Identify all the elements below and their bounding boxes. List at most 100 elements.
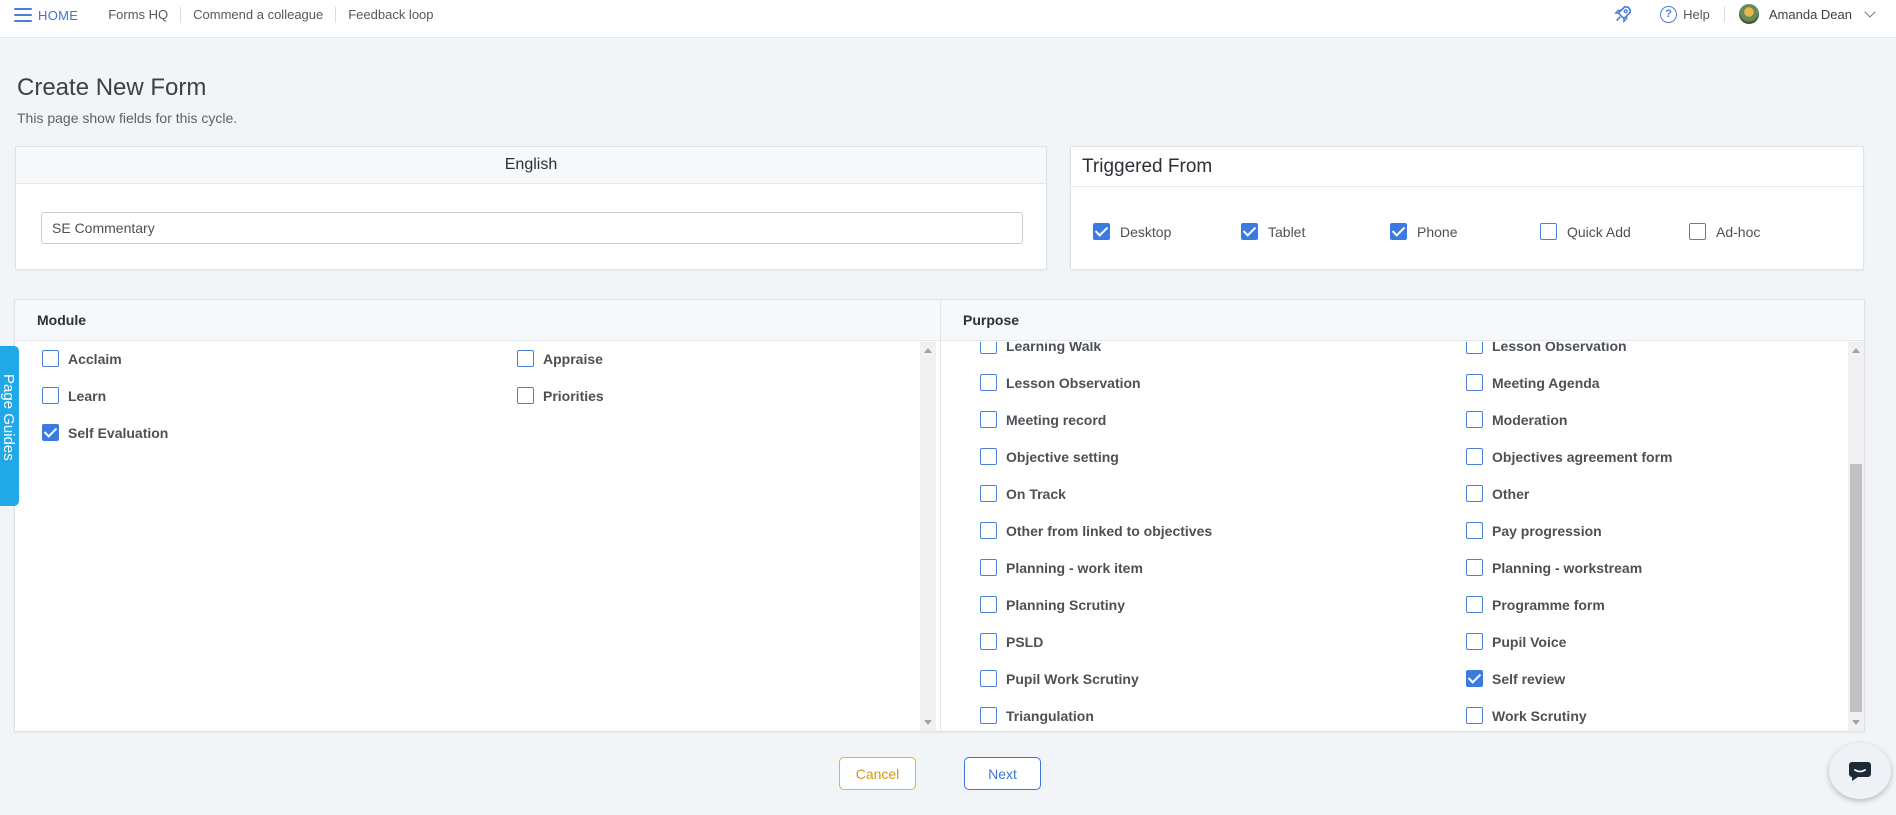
purpose-checkbox[interactable] bbox=[1466, 374, 1483, 391]
purpose-lesson-observation[interactable]: Lesson Observation bbox=[1466, 342, 1627, 354]
purpose-programme-form[interactable]: Programme form bbox=[1466, 596, 1605, 613]
form-name-input[interactable] bbox=[41, 212, 1023, 244]
purpose-on-track[interactable]: On Track bbox=[980, 485, 1066, 502]
purpose-checkbox[interactable] bbox=[1466, 670, 1483, 687]
purpose-work-scrutiny[interactable]: Work Scrutiny bbox=[1466, 707, 1587, 724]
module-label: Appraise bbox=[543, 350, 603, 367]
trigger-label: Desktop bbox=[1120, 223, 1172, 240]
module-scrollbar[interactable] bbox=[920, 342, 936, 731]
purpose-checkbox[interactable] bbox=[980, 596, 997, 613]
purpose-objective-setting[interactable]: Objective setting bbox=[980, 448, 1119, 465]
module-self-evaluation[interactable]: Self Evaluation bbox=[42, 424, 168, 441]
trigger-label: Ad-hoc bbox=[1716, 223, 1761, 240]
rocket-icon[interactable] bbox=[1612, 3, 1634, 25]
purpose-planning-scrutiny[interactable]: Planning Scrutiny bbox=[980, 596, 1125, 613]
module-label: Acclaim bbox=[68, 350, 122, 367]
nav-link-forms-hq[interactable]: Forms HQ bbox=[108, 7, 180, 23]
purpose-planning-work-item[interactable]: Planning - work item bbox=[980, 559, 1143, 576]
trigger-checkbox[interactable] bbox=[1689, 223, 1706, 240]
purpose-triangulation[interactable]: Triangulation bbox=[980, 707, 1094, 724]
purpose-label: Planning Scrutiny bbox=[1006, 596, 1126, 613]
purpose-pay-progression[interactable]: Pay progression bbox=[1466, 522, 1602, 539]
purpose-moderation[interactable]: Moderation bbox=[1466, 411, 1567, 428]
page-subtitle: This page show fields for this cycle. bbox=[17, 110, 238, 126]
module-checkbox[interactable] bbox=[42, 350, 59, 367]
purpose-pupil-work-scrutiny[interactable]: Pupil Work Scrutiny bbox=[980, 670, 1139, 687]
purpose-other[interactable]: Other bbox=[1466, 485, 1529, 502]
nav-right: ? Help Amanda Dean bbox=[1612, 0, 1876, 28]
purpose-checkbox[interactable] bbox=[980, 522, 997, 539]
purpose-scroll-thumb[interactable] bbox=[1850, 464, 1862, 712]
trigger-tablet[interactable]: Tablet bbox=[1241, 223, 1305, 240]
nav-link-feedback[interactable]: Feedback loop bbox=[335, 7, 445, 23]
cancel-button[interactable]: Cancel bbox=[839, 757, 916, 790]
purpose-checkbox[interactable] bbox=[1466, 522, 1483, 539]
trigger-phone[interactable]: Phone bbox=[1390, 223, 1457, 240]
purpose-checkbox[interactable] bbox=[980, 342, 997, 354]
purpose-checkbox[interactable] bbox=[980, 633, 997, 650]
module-acclaim[interactable]: Acclaim bbox=[42, 350, 122, 367]
purpose-lesson-observation[interactable]: Lesson Observation bbox=[980, 374, 1141, 391]
module-checkbox[interactable] bbox=[42, 387, 59, 404]
user-menu[interactable]: Amanda Dean bbox=[1738, 4, 1876, 24]
home-link[interactable]: HOME bbox=[38, 8, 78, 23]
trigger-quick-add[interactable]: Quick Add bbox=[1540, 223, 1631, 240]
module-checkbox[interactable] bbox=[517, 350, 534, 367]
trigger-checkbox[interactable] bbox=[1540, 223, 1557, 240]
purpose-label: PSLD bbox=[1006, 633, 1044, 650]
purpose-checkbox[interactable] bbox=[980, 670, 997, 687]
purpose-meeting-record[interactable]: Meeting record bbox=[980, 411, 1106, 428]
trigger-checkbox[interactable] bbox=[1390, 223, 1407, 240]
purpose-planning-workstream[interactable]: Planning - workstream bbox=[1466, 559, 1642, 576]
purpose-label: Lesson Observation bbox=[1006, 374, 1141, 391]
chat-button[interactable] bbox=[1829, 743, 1891, 799]
trigger-checkbox[interactable] bbox=[1093, 223, 1110, 240]
purpose-label: Objectives agreement form bbox=[1492, 448, 1673, 465]
purpose-meeting-agenda[interactable]: Meeting Agenda bbox=[1466, 374, 1600, 391]
purpose-label: Meeting Agenda bbox=[1492, 374, 1600, 391]
module-checkbox[interactable] bbox=[517, 387, 534, 404]
purpose-checkbox[interactable] bbox=[1466, 411, 1483, 428]
purpose-checkbox[interactable] bbox=[980, 374, 997, 391]
purpose-scrollbar[interactable] bbox=[1848, 342, 1864, 731]
purpose-label: Meeting record bbox=[1006, 411, 1107, 428]
triggered-from-panel: Triggered From Desktop Tablet Phone Quick A… bbox=[1070, 146, 1864, 270]
module-appraise[interactable]: Appraise bbox=[517, 350, 603, 367]
module-header: Module bbox=[15, 300, 940, 341]
purpose-checkbox[interactable] bbox=[1466, 633, 1483, 650]
purpose-checkbox[interactable] bbox=[1466, 342, 1483, 354]
purpose-checkbox[interactable] bbox=[1466, 559, 1483, 576]
next-button[interactable]: Next bbox=[964, 757, 1041, 790]
purpose-label: Objective setting bbox=[1006, 448, 1119, 465]
purpose-psld[interactable]: PSLD bbox=[980, 633, 1043, 650]
menu-icon[interactable] bbox=[14, 8, 32, 22]
purpose-other-from-linked-to-objectives[interactable]: Other from linked to objectives bbox=[980, 522, 1212, 539]
purpose-checkbox[interactable] bbox=[980, 448, 997, 465]
purpose-objectives-agreement-form[interactable]: Objectives agreement form bbox=[1466, 448, 1673, 465]
purpose-checkbox[interactable] bbox=[980, 485, 997, 502]
purpose-pupil-voice[interactable]: Pupil Voice bbox=[1466, 633, 1566, 650]
page-guides-tab[interactable]: Page Guides bbox=[0, 346, 19, 506]
chat-icon bbox=[1849, 762, 1871, 781]
trigger-checkbox[interactable] bbox=[1241, 223, 1258, 240]
purpose-checkbox[interactable] bbox=[980, 559, 997, 576]
nav-left: HOME Forms HQ Commend a colleague Feedba… bbox=[14, 0, 446, 30]
module-learn[interactable]: Learn bbox=[42, 387, 106, 404]
purpose-learning-walk[interactable]: Learning Walk bbox=[980, 342, 1101, 354]
module-priorities[interactable]: Priorities bbox=[517, 387, 604, 404]
module-label: Priorities bbox=[543, 387, 604, 404]
help-link[interactable]: ? Help bbox=[1660, 5, 1725, 23]
purpose-checkbox[interactable] bbox=[980, 707, 997, 724]
purpose-label: Pay progression bbox=[1492, 522, 1602, 539]
purpose-checkbox[interactable] bbox=[1466, 485, 1483, 502]
trigger-ad-hoc[interactable]: Ad-hoc bbox=[1689, 223, 1760, 240]
purpose-checkbox[interactable] bbox=[1466, 596, 1483, 613]
purpose-checkbox[interactable] bbox=[1466, 707, 1483, 724]
module-checkbox[interactable] bbox=[42, 424, 59, 441]
purpose-checkbox[interactable] bbox=[980, 411, 997, 428]
trigger-desktop[interactable]: Desktop bbox=[1093, 223, 1171, 240]
purpose-checkbox[interactable] bbox=[1466, 448, 1483, 465]
nav-link-commend[interactable]: Commend a colleague bbox=[180, 7, 335, 23]
triggered-from-title: Triggered From bbox=[1071, 147, 1863, 187]
purpose-self-review[interactable]: Self review bbox=[1466, 670, 1565, 687]
